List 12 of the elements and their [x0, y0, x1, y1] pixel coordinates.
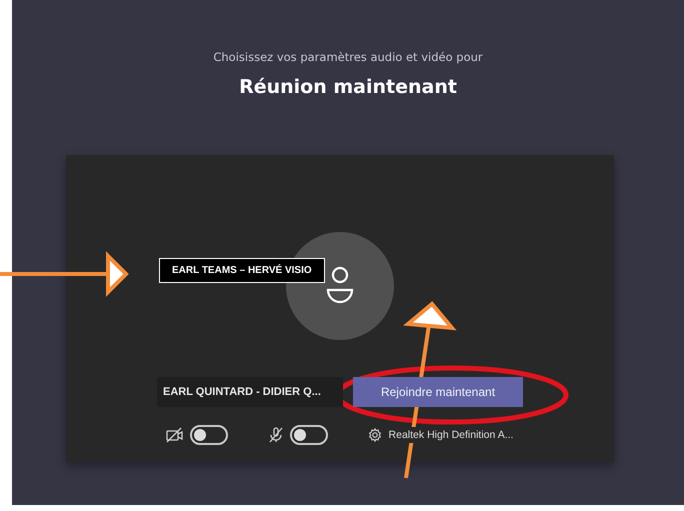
person-icon [326, 266, 354, 306]
settings-icon[interactable] [368, 428, 382, 442]
join-button[interactable]: Rejoindre maintenant [353, 377, 523, 407]
subtitle: Choisissez vos paramètres audio et vidéo pour [213, 50, 483, 64]
audio-device-label: Realtek High Definition A... [388, 427, 514, 443]
camera-toggle[interactable] [190, 425, 228, 445]
mic-toggle[interactable] [290, 425, 328, 445]
camera-off-icon [166, 427, 184, 443]
annotation-label: EARL TEAMS – HERVÉ VISIO [159, 258, 325, 283]
meeting-title: Réunion maintenant [239, 76, 457, 98]
mic-off-icon [268, 427, 284, 443]
name-field[interactable]: EARL QUINTARD - DIDIER Q... [157, 377, 343, 407]
